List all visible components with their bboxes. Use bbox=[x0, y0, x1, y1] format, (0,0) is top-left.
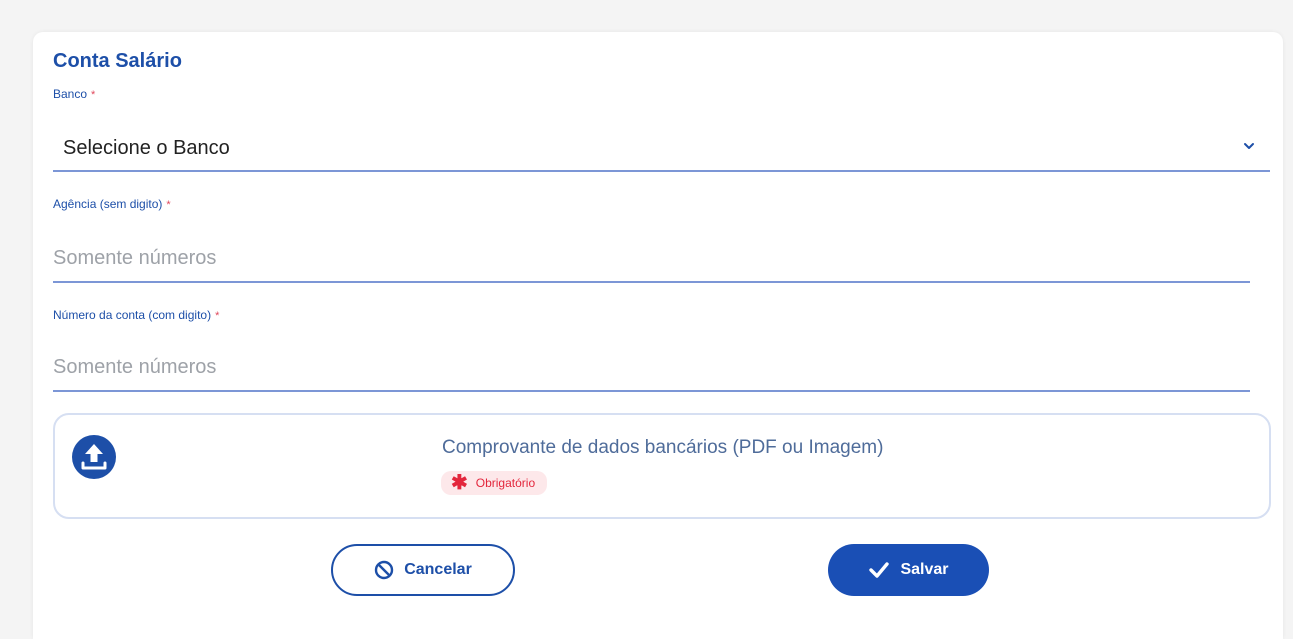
agency-label-text: Agência (sem digito) bbox=[53, 197, 163, 211]
upload-title: Comprovante de dados bancários (PDF ou I… bbox=[442, 437, 884, 458]
account-field bbox=[53, 344, 1250, 392]
agency-label: Agência (sem digito) * bbox=[53, 197, 171, 211]
block-icon bbox=[375, 560, 394, 580]
account-label-text: Número da conta (com digito) bbox=[53, 308, 212, 322]
upload-icon[interactable] bbox=[70, 433, 118, 481]
cancel-button-label: Cancelar bbox=[404, 561, 472, 578]
asterisk-icon: ✱ bbox=[451, 472, 468, 494]
required-mark: * bbox=[166, 199, 171, 211]
required-badge: ✱ Obrigatório bbox=[441, 471, 548, 495]
save-button-label: Salvar bbox=[900, 561, 949, 578]
required-mark: * bbox=[215, 310, 220, 322]
agency-input[interactable] bbox=[53, 235, 1250, 281]
cancel-button[interactable]: Cancelar bbox=[331, 544, 515, 596]
bank-label-text: Banco bbox=[53, 87, 88, 101]
account-input[interactable] bbox=[53, 344, 1250, 390]
bank-label: Banco * bbox=[53, 87, 95, 101]
file-upload-area[interactable]: Comprovante de dados bancários (PDF ou I… bbox=[53, 413, 1271, 519]
agency-field bbox=[53, 235, 1250, 283]
chevron-down-icon bbox=[1244, 143, 1254, 149]
required-mark: * bbox=[91, 89, 96, 101]
bank-select-value: Selecione o Banco bbox=[63, 137, 230, 159]
required-badge-text: Obrigatório bbox=[475, 476, 536, 490]
check-icon bbox=[869, 562, 890, 578]
bank-account-card: Conta Salário Banco * Selecione o Banco A… bbox=[33, 32, 1283, 639]
section-title: Conta Salário bbox=[53, 50, 182, 72]
save-button[interactable]: Salvar bbox=[828, 544, 989, 596]
bank-select[interactable]: Selecione o Banco bbox=[53, 124, 1270, 172]
account-label: Número da conta (com digito) * bbox=[53, 308, 219, 322]
